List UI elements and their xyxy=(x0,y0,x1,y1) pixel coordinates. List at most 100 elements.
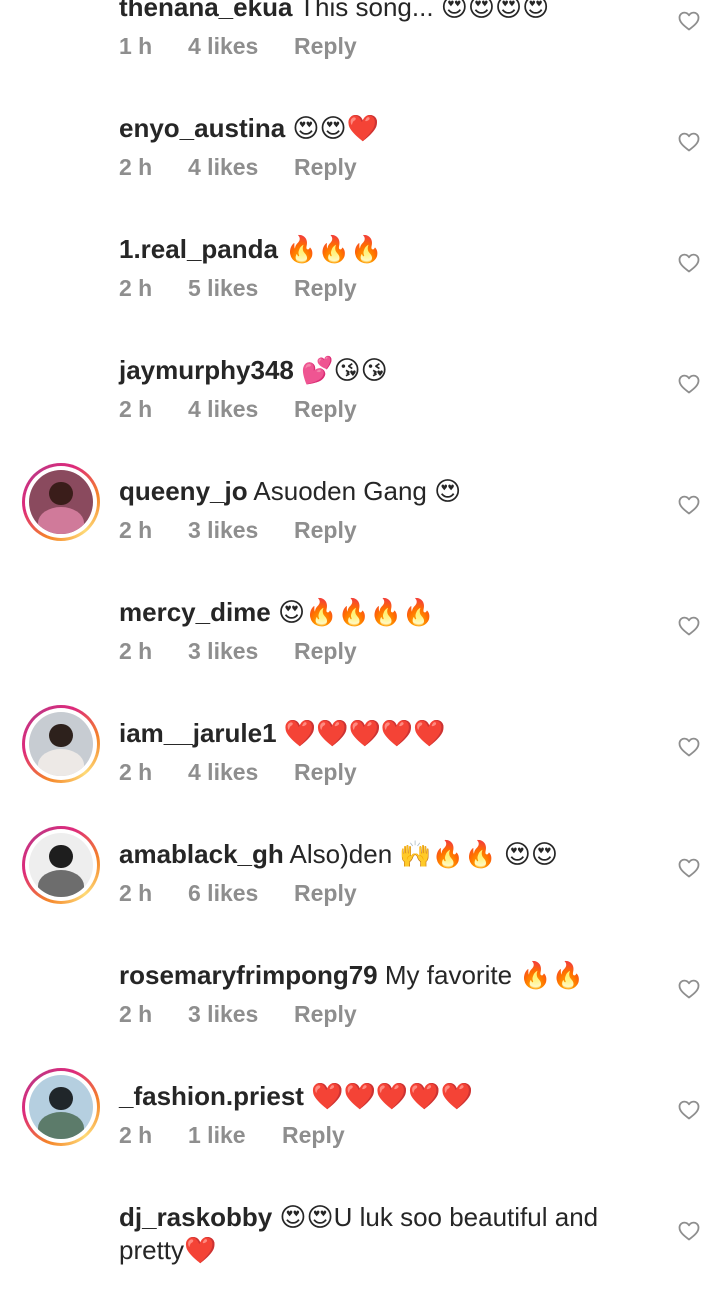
comment-likes[interactable]: 4 likes xyxy=(188,759,294,786)
comment-text: iam__jarule1 ❤️❤️❤️❤️❤️ xyxy=(119,717,640,750)
comment-username[interactable]: _fashion.priest xyxy=(119,1081,304,1111)
like-heart-icon[interactable] xyxy=(677,735,701,759)
comment-text: amablack_gh Also)den 🙌🔥🔥 😍😍 xyxy=(119,838,640,871)
comment-time: 2 h xyxy=(119,1122,153,1148)
comment-text: _fashion.priest ❤️❤️❤️❤️❤️ xyxy=(119,1080,640,1113)
like-heart-icon[interactable] xyxy=(677,1098,701,1122)
like-heart-icon[interactable] xyxy=(677,614,701,638)
like-heart-icon[interactable] xyxy=(677,9,701,33)
comment-text: 1.real_panda 🔥🔥🔥 xyxy=(119,233,640,266)
avatar[interactable] xyxy=(22,463,100,541)
comment-username[interactable]: queeny_jo xyxy=(119,476,248,506)
reply-button[interactable]: Reply xyxy=(294,33,357,60)
comment-meta: 2 h 3 likes Reply xyxy=(119,638,357,665)
comment-row: _fashion.priest ❤️❤️❤️❤️❤️ 2 h 1 like Re… xyxy=(0,1068,720,1189)
reply-button[interactable]: Reply xyxy=(294,880,357,907)
comment-likes[interactable]: 4 likes xyxy=(188,154,294,181)
comment-username[interactable]: rosemaryfrimpong79 xyxy=(119,960,378,990)
avatar[interactable] xyxy=(28,0,94,51)
comment-row: 1.real_panda 🔥🔥🔥 2 h 5 likes Reply xyxy=(0,221,720,342)
comment-body: ❤️❤️❤️❤️❤️ xyxy=(311,1081,474,1111)
reply-button[interactable]: Reply xyxy=(294,759,357,786)
comment-likes[interactable]: 3 likes xyxy=(188,517,294,544)
avatar[interactable] xyxy=(28,953,94,1019)
comment-likes[interactable]: 6 likes xyxy=(188,880,294,907)
reply-button[interactable]: Reply xyxy=(294,517,357,544)
avatar[interactable] xyxy=(28,106,94,172)
avatar[interactable] xyxy=(28,348,94,414)
comment-username[interactable]: mercy_dime xyxy=(119,597,271,627)
comment-row: queeny_jo Asuoden Gang 😍 2 h 3 likes Rep… xyxy=(0,463,720,584)
comment-username[interactable]: dj_raskobby xyxy=(119,1202,272,1232)
reply-button[interactable]: Reply xyxy=(294,396,357,423)
comment-row: mercy_dime 😍🔥🔥🔥🔥 2 h 3 likes Reply xyxy=(0,584,720,705)
like-heart-icon[interactable] xyxy=(677,977,701,1001)
comment-row: rosemaryfrimpong79 My favorite 🔥🔥 2 h 3 … xyxy=(0,947,720,1068)
like-heart-icon[interactable] xyxy=(677,856,701,880)
comment-time: 2 h xyxy=(119,638,153,664)
comment-username[interactable]: amablack_gh xyxy=(119,839,284,869)
avatar[interactable] xyxy=(28,227,94,293)
comment-username[interactable]: thenana_ekua xyxy=(119,0,292,22)
avatar[interactable] xyxy=(22,826,100,904)
comment-time: 2 h xyxy=(119,1001,153,1027)
comment-text: thenana_ekua This song... 😍😍😍😍 xyxy=(119,0,640,24)
like-heart-icon[interactable] xyxy=(677,493,701,517)
comment-time: 2 h xyxy=(119,154,153,180)
comment-row: jaymurphy348 💕😘😘 2 h 4 likes Reply xyxy=(0,342,720,463)
comment-text: mercy_dime 😍🔥🔥🔥🔥 xyxy=(119,596,640,629)
comment-likes[interactable]: 3 likes xyxy=(188,1001,294,1028)
comment-meta: 2 h 4 likes Reply xyxy=(119,759,357,786)
comment-username[interactable]: jaymurphy348 xyxy=(119,355,294,385)
comment-row: enyo_austina 😍😍❤️ 2 h 4 likes Reply xyxy=(0,100,720,221)
comment-meta: 2 h 5 likes Reply xyxy=(119,275,357,302)
comment-likes[interactable]: 4 likes xyxy=(188,33,294,60)
comment-row: thenana_ekua This song... 😍😍😍😍 1 h 4 lik… xyxy=(0,0,720,100)
comment-row: amablack_gh Also)den 🙌🔥🔥 😍😍 2 h 6 likes … xyxy=(0,826,720,947)
comment-time: 2 h xyxy=(119,275,153,301)
comment-text: rosemaryfrimpong79 My favorite 🔥🔥 xyxy=(119,959,640,992)
avatar[interactable] xyxy=(28,590,94,656)
comment-body: 😍🔥🔥🔥🔥 xyxy=(278,597,435,627)
comment-username[interactable]: enyo_austina xyxy=(119,113,285,143)
like-heart-icon[interactable] xyxy=(677,251,701,275)
like-heart-icon[interactable] xyxy=(677,1219,701,1243)
comment-row: iam__jarule1 ❤️❤️❤️❤️❤️ 2 h 4 likes Repl… xyxy=(0,705,720,826)
avatar[interactable] xyxy=(22,705,100,783)
comment-meta: 2 h 3 likes Reply xyxy=(119,517,357,544)
avatar[interactable] xyxy=(28,1195,94,1261)
reply-button[interactable]: Reply xyxy=(294,1001,357,1028)
comment-username[interactable]: 1.real_panda xyxy=(119,234,278,264)
comment-list: thenana_ekua This song... 😍😍😍😍 1 h 4 lik… xyxy=(0,0,720,1310)
comment-time: 2 h xyxy=(119,880,153,906)
reply-button[interactable]: Reply xyxy=(294,154,357,181)
comment-likes[interactable]: 1 like xyxy=(188,1122,294,1149)
reply-button[interactable]: Reply xyxy=(294,638,357,665)
comment-text: enyo_austina 😍😍❤️ xyxy=(119,112,640,145)
comment-likes[interactable]: 3 likes xyxy=(188,638,294,665)
comment-likes[interactable]: 4 likes xyxy=(188,396,294,423)
comment-time: 2 h xyxy=(119,396,153,422)
avatar[interactable] xyxy=(22,1068,100,1146)
like-heart-icon[interactable] xyxy=(677,130,701,154)
avatar-image xyxy=(29,1075,93,1139)
comment-body: Asuoden Gang 😍 xyxy=(253,476,462,506)
comment-time: 2 h xyxy=(119,759,153,785)
comment-body: ❤️❤️❤️❤️❤️ xyxy=(283,718,446,748)
comment-body: 🔥🔥🔥 xyxy=(285,234,383,264)
comment-meta: 2 h 3 likes Reply xyxy=(119,1001,357,1028)
comment-likes[interactable]: 5 likes xyxy=(188,275,294,302)
avatar-image xyxy=(29,470,93,534)
comment-body: Also)den 🙌🔥🔥 😍😍 xyxy=(289,839,558,869)
comment-meta: 2 h 4 likes Reply xyxy=(119,154,357,181)
comment-username[interactable]: iam__jarule1 xyxy=(119,718,277,748)
comment-text: dj_raskobby 😍😍U luk soo beautiful and pr… xyxy=(119,1201,640,1267)
comment-body: This song... 😍😍😍😍 xyxy=(299,0,550,22)
reply-button[interactable]: Reply xyxy=(294,275,357,302)
reply-button[interactable]: Reply xyxy=(282,1122,345,1149)
avatar-image xyxy=(29,712,93,776)
comment-meta: 2 h 6 likes Reply xyxy=(119,880,357,907)
comment-body: 😍😍❤️ xyxy=(292,113,379,143)
like-heart-icon[interactable] xyxy=(677,372,701,396)
avatar-image xyxy=(29,833,93,897)
